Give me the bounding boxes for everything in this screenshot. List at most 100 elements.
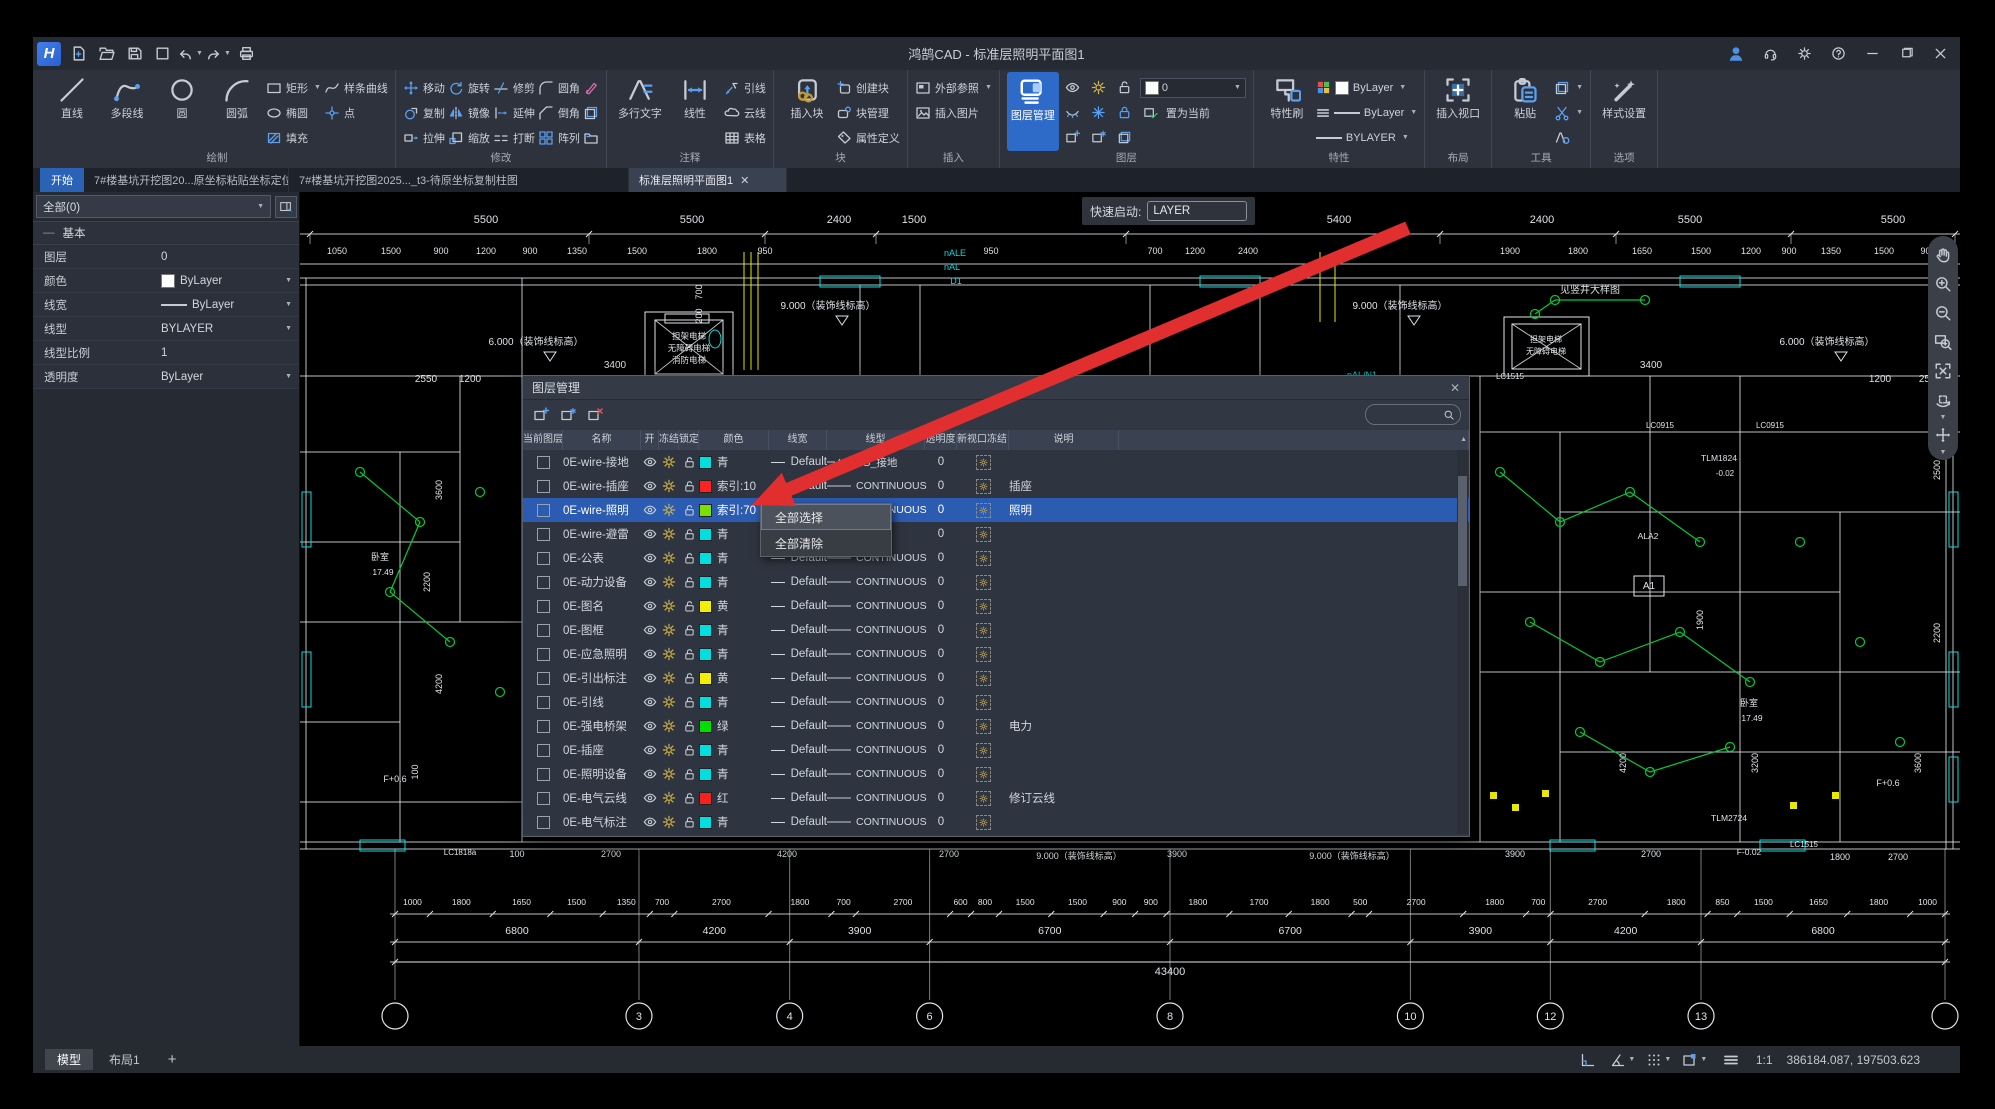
unlock-icon[interactable] <box>683 600 696 613</box>
layer-sun-button[interactable] <box>1088 77 1110 99</box>
layer-transparency-cell[interactable]: 0 <box>925 546 957 570</box>
layer-row-0E-引线[interactable]: 0E-引线青DefaultCONTINUOUS0 <box>523 690 1469 714</box>
redo-button[interactable]: ▼ <box>207 43 229 65</box>
menu-item-全部清除[interactable]: 全部清除 <box>761 530 891 556</box>
layer-tool-layeradd-button[interactable] <box>1062 127 1084 149</box>
layer-linetype-cell[interactable]: CONTINUOUS <box>827 618 925 642</box>
sun-icon[interactable] <box>662 479 676 493</box>
vp-freeze-icon[interactable] <box>976 503 991 518</box>
unlock-icon[interactable] <box>683 720 696 733</box>
undo-button[interactable]: ▼ <box>179 43 201 65</box>
layer-transparency-cell[interactable]: 0 <box>925 762 957 786</box>
ribbon-button-延伸[interactable]: 延伸 <box>493 100 535 125</box>
ribbon-button-属性定义[interactable]: 属性定义 <box>836 125 900 150</box>
tab-7#楼基坑开挖图2025..._t3-待原坐标复制柱图[interactable]: 7#楼基坑开挖图2025..._t3-待原坐标复制柱图 <box>289 168 629 192</box>
layer-tool-copy2-button[interactable] <box>1114 127 1136 149</box>
dialog-close-icon[interactable]: ✕ <box>1450 381 1460 395</box>
layer-transparency-cell[interactable]: 0 <box>925 786 957 810</box>
current-layer-dropdown[interactable]: 0▼ <box>1140 78 1246 98</box>
ribbon-button-线性[interactable]: 线性 <box>669 72 721 151</box>
current-layer-checkbox[interactable] <box>537 504 550 517</box>
tab-7#楼基坑开挖图20...原坐标粘贴坐标定位图[interactable]: 7#楼基坑开挖图20...原坐标粘贴坐标定位图 <box>84 168 289 192</box>
unlock-icon[interactable] <box>683 552 696 565</box>
minimize-button[interactable] <box>1862 44 1882 64</box>
open-file-button[interactable] <box>95 43 117 65</box>
layer-lineweight-cell[interactable]: Default <box>769 714 827 738</box>
ribbon-button-拉伸[interactable]: 拉伸 <box>403 125 445 150</box>
layer-linetype-cell[interactable]: CONTINUOUS <box>827 786 925 810</box>
column-header-说明[interactable]: 说明 <box>1009 430 1119 450</box>
layer-color-cell[interactable]: 青 <box>699 762 769 786</box>
ribbon-button-圆弧[interactable]: 圆弧 <box>211 72 263 151</box>
sun-icon[interactable] <box>662 815 676 829</box>
ribbon-button-移动[interactable]: 移动 <box>403 75 445 100</box>
layer-transparency-cell[interactable]: 0 <box>925 594 957 618</box>
ribbon-button-特性刷[interactable]: 特性刷 <box>1261 72 1313 151</box>
layer-linetype-cell[interactable]: CONTINUOUS <box>827 666 925 690</box>
ribbon-button-引线[interactable]: 引线 <box>724 75 766 100</box>
layer-linetype-cell[interactable]: CONTINUOUS <box>827 642 925 666</box>
column-header-锁定[interactable]: 锁定 <box>679 430 699 450</box>
eye-icon[interactable] <box>643 671 657 685</box>
column-header-颜色[interactable]: 颜色 <box>699 430 769 450</box>
layer-lineweight-cell[interactable]: Default <box>769 642 827 666</box>
support-button[interactable] <box>1760 44 1780 64</box>
ribbon-button-copy2[interactable]: ▼ <box>1554 75 1583 100</box>
dialog-scrollbar[interactable] <box>1457 450 1468 834</box>
eye-icon[interactable] <box>643 743 657 757</box>
layer-row-0E-公表[interactable]: 0E-公表青DefaultCONTINUOUS0 <box>523 546 1469 570</box>
sun-icon[interactable] <box>662 791 676 805</box>
column-header-线宽[interactable]: 线宽 <box>769 430 827 450</box>
ribbon-button-表格[interactable]: 表格 <box>724 125 766 150</box>
layer-lineweight-cell[interactable]: Default <box>769 450 827 474</box>
sun-icon[interactable] <box>662 719 676 733</box>
unlock-icon[interactable] <box>683 744 696 757</box>
layer-row-0E-wire-避雷[interactable]: 0E-wire-避雷青DefaultTG_LP0 <box>523 522 1469 546</box>
column-header-透明度[interactable]: 透明度 <box>925 430 957 450</box>
layer-eye-button[interactable] <box>1062 77 1084 99</box>
status-ortho-button[interactable] <box>1576 1049 1598 1071</box>
ribbon-button-阵列[interactable]: 阵列 <box>538 125 580 150</box>
layer-transparency-cell[interactable]: 0 <box>925 618 957 642</box>
unlock-icon[interactable] <box>683 480 696 493</box>
nav-orbit-button[interactable] <box>1932 389 1954 411</box>
layer-linetype-cell[interactable]: CONTINUOUS <box>827 762 925 786</box>
panel-options-button[interactable] <box>275 196 297 218</box>
sun-icon[interactable] <box>662 623 676 637</box>
ribbon-button-插入图片[interactable]: 插入图片 <box>915 100 992 125</box>
column-header-冻结[interactable]: 冻结 <box>659 430 679 450</box>
ribbon-button-缩放[interactable]: 缩放 <box>448 125 490 150</box>
ribbon-button-打断[interactable]: 打断 <box>493 125 535 150</box>
sun-icon[interactable] <box>662 455 676 469</box>
layer-color-cell[interactable]: 青 <box>699 522 769 546</box>
layer-color-cell[interactable]: 黄 <box>699 666 769 690</box>
layer-search-input[interactable] <box>1371 408 1443 422</box>
layer-transparency-cell[interactable]: 0 <box>925 474 957 498</box>
layer-color-cell[interactable]: 青 <box>699 450 769 474</box>
vp-freeze-icon[interactable] <box>976 791 991 806</box>
sun-icon[interactable] <box>662 527 676 541</box>
ribbon-button-pen[interactable] <box>583 75 599 100</box>
tab-close-icon[interactable]: ✕ <box>740 174 749 187</box>
ribbon-button-圆[interactable]: 圆 <box>156 72 208 151</box>
layer-eyeoff-button[interactable] <box>1062 102 1084 124</box>
ribbon-button-旋转[interactable]: 旋转 <box>448 75 490 100</box>
layer-lineweight-cell[interactable]: Default <box>769 666 827 690</box>
add-layout-button[interactable]: + <box>156 1049 189 1070</box>
layer-color-cell[interactable]: 青 <box>699 546 769 570</box>
ribbon-button-复制[interactable]: 复制 <box>403 100 445 125</box>
layer-color-cell[interactable]: 索引:10 <box>699 474 769 498</box>
vp-freeze-icon[interactable] <box>976 455 991 470</box>
current-layer-checkbox[interactable] <box>537 696 550 709</box>
layer-row-0E-wire-照明[interactable]: 0E-wire-照明索引:70DefaultCONTINUOUS0照明 <box>523 498 1469 522</box>
property-row-线型比例[interactable]: 线型比例1 <box>33 341 299 365</box>
layer-laycheck-button[interactable] <box>1140 102 1162 124</box>
layer-row-0E-电气标注[interactable]: 0E-电气标注青DefaultCONTINUOUS0▼ <box>523 810 1469 834</box>
eye-icon[interactable] <box>643 647 657 661</box>
sun-icon[interactable] <box>662 647 676 661</box>
layer-lineweight-cell[interactable]: Default <box>769 762 827 786</box>
layout-tab-模型[interactable]: 模型 <box>45 1049 93 1070</box>
column-header-名称[interactable]: 名称 <box>563 430 641 450</box>
ribbon-button-椭圆[interactable]: 椭圆 <box>266 100 321 125</box>
app-logo[interactable]: H <box>37 42 61 66</box>
